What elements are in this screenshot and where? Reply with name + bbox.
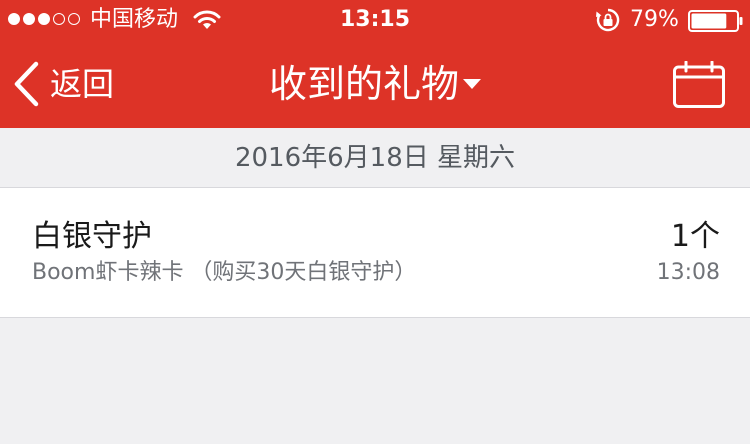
- screen: 中国移动 13:15 79% 返回 收到的礼物 2016年6月18日 星期六 白…: [0, 0, 750, 444]
- gift-count: 1个: [670, 219, 720, 254]
- battery-percentage: 79%: [630, 7, 679, 32]
- battery-fill: [691, 13, 727, 29]
- header: 中国移动 13:15 79% 返回 收到的礼物: [0, 0, 750, 128]
- page-title: 收到的礼物: [268, 62, 459, 106]
- caret-down-icon: [463, 79, 481, 89]
- status-bar: 中国移动 13:15 79%: [0, 0, 750, 40]
- calendar-icon[interactable]: [672, 61, 726, 109]
- gift-description: Boom虾卡辣卡 （购买30天白银守护）: [32, 260, 417, 285]
- gift-name: 白银守护: [32, 219, 152, 254]
- gift-time: 13:08: [656, 260, 720, 285]
- rotation-lock-icon: [596, 8, 620, 32]
- title-dropdown[interactable]: 收到的礼物: [0, 60, 750, 108]
- date-section-header: 2016年6月18日 星期六: [0, 128, 750, 188]
- navigation-bar: 返回 收到的礼物: [0, 40, 750, 128]
- gift-list: 白银守护 Boom虾卡辣卡 （购买30天白银守护） 1个 13:08: [0, 188, 750, 318]
- battery-icon: [688, 10, 743, 32]
